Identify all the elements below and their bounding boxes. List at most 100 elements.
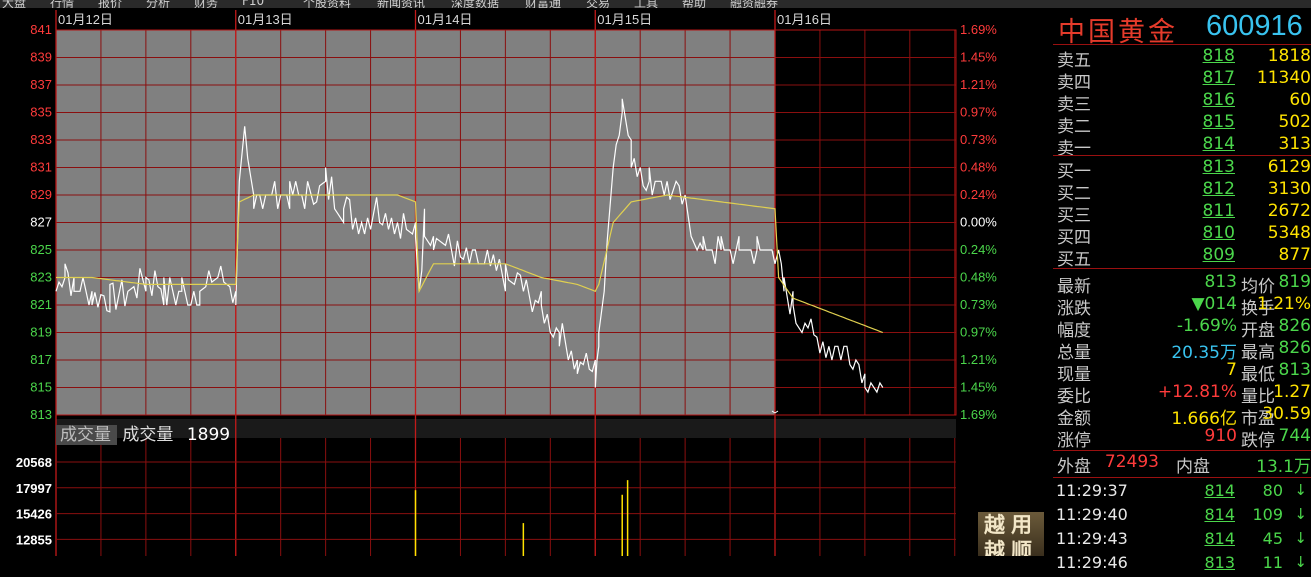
down-arrow-icon: ↓ xyxy=(1294,529,1307,547)
stat-value: 744 xyxy=(1278,426,1311,446)
divider xyxy=(1053,477,1311,478)
tick-time: 11:29:40 xyxy=(1056,505,1128,524)
tick-price[interactable]: 814 xyxy=(1149,505,1235,524)
date-label: 01月14日 xyxy=(418,12,473,27)
stat-key: 涨停 xyxy=(1057,431,1091,451)
inner-value: 13.1万 xyxy=(1256,457,1311,477)
sell-row[interactable]: 卖一 814 313 xyxy=(1053,134,1311,159)
sell-price[interactable]: 816 xyxy=(1149,90,1235,110)
buy-volume: 5348 xyxy=(1267,223,1311,243)
price-tick: 827 xyxy=(30,215,52,230)
stat-value: ▼014 xyxy=(1191,294,1237,314)
pct-tick: 0.24% xyxy=(960,242,997,257)
pct-tick: 0.73% xyxy=(960,297,997,312)
buy-row[interactable]: 买五 809 877 xyxy=(1053,245,1311,270)
price-tick: 823 xyxy=(30,270,52,285)
stat-value: +12.81% xyxy=(1157,382,1237,402)
advert-badge[interactable]: 越用 越顺 xyxy=(978,512,1044,556)
stat-value: 1.27 xyxy=(1273,382,1311,402)
buy-volume: 3130 xyxy=(1267,179,1311,199)
date-label: 01月15日 xyxy=(597,12,652,27)
pct-tick: 1.69% xyxy=(960,407,997,422)
tick-row: 11:29:43 814 45 ↓ xyxy=(1053,529,1311,553)
buy-price[interactable]: 812 xyxy=(1149,179,1235,199)
sell-price[interactable]: 818 xyxy=(1149,46,1235,66)
tick-time: 11:29:43 xyxy=(1056,529,1128,548)
volume-tick: 17997 xyxy=(16,481,52,496)
sell-volume: 11340 xyxy=(1256,68,1311,88)
stat-value: 826 xyxy=(1278,316,1311,336)
buy-volume: 877 xyxy=(1278,245,1311,265)
date-label: 01月16日 xyxy=(777,12,832,27)
volume-tick: 15426 xyxy=(16,507,52,522)
buy-label: 买五 xyxy=(1057,250,1091,270)
pct-tick: 1.45% xyxy=(960,380,997,395)
sell-row[interactable]: 卖四 817 11340 xyxy=(1053,68,1311,93)
pct-tick: 0.73% xyxy=(960,132,997,147)
sell-volume: 60 xyxy=(1289,90,1311,110)
sell-volume: 502 xyxy=(1278,112,1311,132)
pct-tick: 0.00% xyxy=(960,215,997,230)
pct-tick: 1.45% xyxy=(960,50,997,65)
stat-row: 幅度 -1.69% 开盘 826 xyxy=(1053,316,1311,341)
stat-row: 委比 +12.81% 量比 1.27 xyxy=(1053,382,1311,407)
sell-price[interactable]: 817 xyxy=(1149,68,1235,88)
tick-price[interactable]: 814 xyxy=(1149,529,1235,548)
tick-row: 11:29:37 814 80 ↓ xyxy=(1053,481,1311,505)
price-tick: 831 xyxy=(30,160,52,175)
tick-volume: 45 xyxy=(1262,529,1283,548)
sell-row[interactable]: 卖二 815 502 xyxy=(1053,112,1311,137)
stat-value: 1.21% xyxy=(1256,294,1311,314)
divider xyxy=(1053,155,1311,156)
buy-row[interactable]: 买四 810 5348 xyxy=(1053,223,1311,248)
advert-line-1: 越用 xyxy=(984,513,1038,537)
tick-row: 11:29:40 814 109 ↓ xyxy=(1053,505,1311,529)
outer-value: 72493 xyxy=(1104,452,1159,472)
buy-row[interactable]: 买一 813 6129 xyxy=(1053,157,1311,182)
date-label: 01月12日 xyxy=(58,12,113,27)
price-tick: 817 xyxy=(30,352,52,367)
down-arrow-icon: ↓ xyxy=(1294,481,1307,499)
volume-tick: 20568 xyxy=(16,455,52,470)
inner-label: 内盘 xyxy=(1176,457,1210,477)
tick-time: 11:29:37 xyxy=(1056,481,1128,500)
sell-row[interactable]: 卖三 816 60 xyxy=(1053,90,1311,115)
price-tick: 815 xyxy=(30,380,52,395)
buy-price[interactable]: 811 xyxy=(1149,201,1235,221)
buy-row[interactable]: 买三 811 2672 xyxy=(1053,201,1311,226)
sell-row[interactable]: 卖五 818 1818 xyxy=(1053,46,1311,71)
price-tick: 821 xyxy=(30,297,52,312)
sell-price[interactable]: 815 xyxy=(1149,112,1235,132)
pct-tick: 0.24% xyxy=(960,187,997,202)
outer-inner: 外盘 72493 内盘 13.1万 xyxy=(1053,452,1311,477)
outer-label: 外盘 xyxy=(1057,457,1091,477)
buy-row[interactable]: 买二 812 3130 xyxy=(1053,179,1311,204)
tick-price[interactable]: 814 xyxy=(1149,481,1235,500)
tick-volume: 109 xyxy=(1252,505,1283,524)
buy-price[interactable]: 810 xyxy=(1149,223,1235,243)
stat-value: 30.59 xyxy=(1262,404,1311,424)
pct-tick: 1.21% xyxy=(960,352,997,367)
volume-tab[interactable]: 成交量 xyxy=(56,425,117,445)
tick-volume: 80 xyxy=(1262,481,1283,500)
stat-value: 826 xyxy=(1278,338,1311,358)
volume-tick: 12855 xyxy=(16,532,52,547)
volume-value: 1899 xyxy=(186,425,231,445)
buy-price[interactable]: 813 xyxy=(1149,157,1235,177)
stat-value: 819 xyxy=(1278,272,1311,292)
price-tick: 841 xyxy=(30,22,52,37)
tick-row: 11:29:46 813 11 ↓ xyxy=(1053,553,1311,577)
divider xyxy=(1053,268,1311,269)
stat-row: 涨跌 ▼014 换手 1.21% xyxy=(1053,294,1311,319)
stat-value: 813 xyxy=(1204,272,1237,292)
sell-price[interactable]: 814 xyxy=(1149,134,1235,154)
volume-title: 成交量 xyxy=(122,425,174,445)
price-tick: 813 xyxy=(30,407,52,422)
buy-price[interactable]: 809 xyxy=(1149,245,1235,265)
buy-volume: 6129 xyxy=(1267,157,1311,177)
price-tick: 837 xyxy=(30,77,52,92)
advert-line-2: 越顺 xyxy=(984,539,1038,556)
price-tick: 835 xyxy=(30,105,52,120)
divider xyxy=(1053,450,1311,451)
stat-value: 910 xyxy=(1204,426,1237,446)
